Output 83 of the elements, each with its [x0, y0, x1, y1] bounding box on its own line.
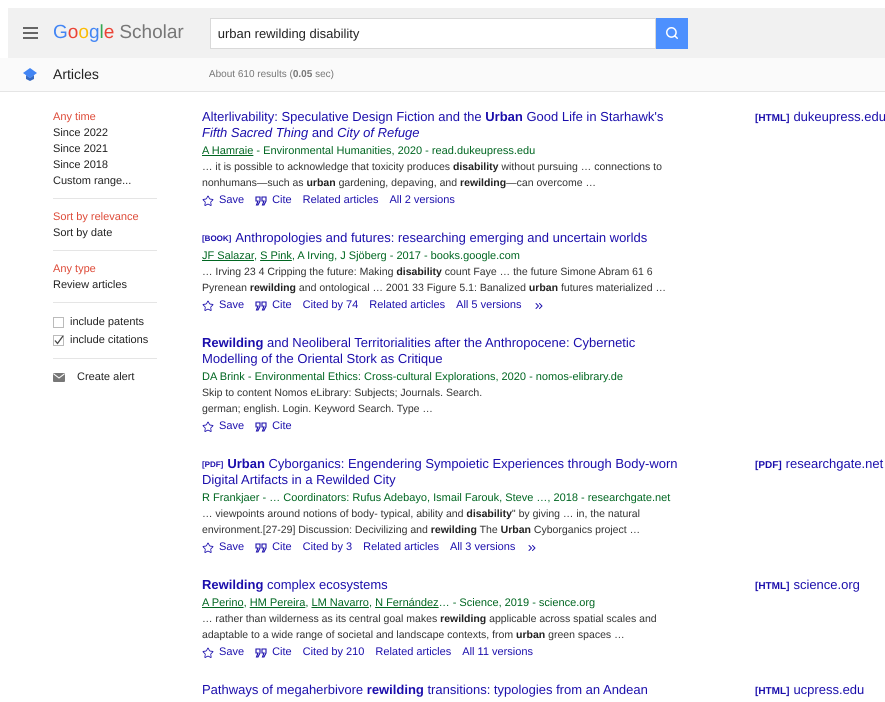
- result-link[interactable]: Cited by 3: [302, 539, 352, 556]
- filter-option[interactable]: Custom range...: [53, 173, 157, 189]
- result-byline: DA Brink - Environmental Ethics: Cross-cultural Explorations, 2020 - nomos-elibrary.de: [202, 370, 624, 385]
- type-tag: [PDF]: [202, 460, 224, 469]
- quote-icon: [255, 196, 268, 206]
- filter-option[interactable]: Since 2022: [53, 125, 157, 141]
- filter-option[interactable]: Since 2018: [53, 157, 157, 173]
- quote-icon: [255, 542, 268, 552]
- result-link[interactable]: Related articles: [375, 644, 452, 661]
- filter-option[interactable]: Any type: [53, 261, 157, 277]
- author-link[interactable]: JF Salazar: [202, 250, 254, 262]
- result-link[interactable]: Related articles: [363, 539, 439, 556]
- fulltext-link[interactable]: [HTML] science.org: [755, 577, 860, 661]
- author-link[interactable]: LM Navarro: [311, 597, 369, 609]
- search-field[interactable]: urban rewilding disability: [210, 18, 656, 48]
- save-link[interactable]: Save: [202, 192, 244, 209]
- search-icon: [664, 26, 679, 40]
- result-snippet: … it is possible to acknowledge that toxicity produces disability without pursuing … connections to nonhumans—such as urban gardening, depaving, and rewilding—can overcome …: [202, 160, 663, 191]
- envelope-icon: [53, 372, 65, 382]
- menu-icon[interactable]: [23, 27, 38, 39]
- result-snippet: Skip to content Nomos eLibrary: Subjects; Journals. Search. german; english. Login. Keyword Search. Type …: [202, 386, 484, 417]
- author-link[interactable]: N Fernández: [375, 597, 439, 609]
- save-link[interactable]: Save: [202, 644, 244, 661]
- author-link[interactable]: S Pink: [260, 250, 292, 262]
- result-title[interactable]: Rewilding and Neoliberal Territorialities after the Anthropocene: Cybernetic Modelling of the Oriental Stork as Critique: [202, 335, 686, 367]
- cite-link[interactable]: Cite: [255, 539, 292, 556]
- save-link[interactable]: Save: [202, 418, 244, 435]
- result-title[interactable]: Alterlivability: Speculative Design Fiction and the Urban Good Life in Starhawk's Fifth Sacred Thing and City of Refuge: [202, 109, 686, 141]
- fulltext-link[interactable]: [PDF] researchgate.net: [755, 456, 884, 556]
- result-byline: A Hamraie - Environmental Humanities, 2020 - read.dukeupress.edu: [202, 144, 536, 159]
- checkbox-label: include citations: [70, 333, 148, 348]
- result-link[interactable]: Related articles: [369, 297, 446, 314]
- result-title[interactable]: Pathways of megaherbivore rewilding transitions: typologies from an Andean: [202, 682, 686, 698]
- author-link[interactable]: A Perino: [202, 597, 244, 609]
- star-icon: [202, 646, 214, 658]
- author-link[interactable]: HM Pereira: [250, 597, 306, 609]
- result-snippet: … viewpoints around notions of body- typical, ability and disability" by giving … in, the natural environment.[27-29] Discussion: Decivilizing and rewilding The Urban Cyborganics project …: [202, 507, 642, 538]
- cite-link[interactable]: Cite: [255, 192, 292, 209]
- star-icon: [202, 542, 214, 554]
- result-title[interactable]: [BOOK] Anthropologies and futures: researching emerging and uncertain worlds: [202, 230, 686, 246]
- result-byline: A Perino, HM Pereira, LM Navarro, N Fernández… - Science, 2019 - science.org: [202, 596, 596, 611]
- filter-option[interactable]: Sort by relevance: [53, 209, 157, 225]
- checkbox-label: include patents: [70, 315, 144, 330]
- cite-link[interactable]: Cite: [255, 644, 292, 661]
- result-snippet: … rather than wilderness as its central goal makes rewilding applicable across spatial scales and adaptable to a wide range of societal and landscape contexts, from urban green spaces …: [202, 612, 658, 643]
- result-link[interactable]: All 2 versions: [389, 192, 455, 209]
- fulltext-link[interactable]: [HTML] ucpress.edu: [755, 682, 864, 700]
- save-link[interactable]: Save: [202, 297, 244, 314]
- section-title: Articles: [53, 65, 99, 84]
- filter-option[interactable]: Sort by date: [53, 225, 157, 241]
- type-tag: [BOOK]: [202, 234, 232, 243]
- cite-link[interactable]: Cite: [255, 297, 292, 314]
- cite-link[interactable]: Cite: [255, 418, 292, 435]
- filter-option[interactable]: Review articles: [53, 277, 157, 293]
- result-link[interactable]: All 3 versions: [450, 539, 516, 556]
- filter-option[interactable]: Since 2021: [53, 141, 157, 157]
- star-icon: [202, 300, 214, 312]
- quote-icon: [255, 648, 268, 658]
- result-byline: JF Salazar, S Pink, A Irving, J Sjöberg - 2017 - books.google.com: [202, 249, 521, 264]
- quote-icon: [255, 300, 268, 310]
- filter-option[interactable]: Any time: [53, 109, 157, 125]
- result-link[interactable]: Cited by 74: [302, 297, 358, 314]
- star-icon: [202, 194, 214, 206]
- search-button[interactable]: [656, 18, 688, 48]
- result-link[interactable]: Related articles: [302, 192, 378, 209]
- result-title[interactable]: Rewilding complex ecosystems: [202, 577, 686, 593]
- checkbox[interactable]: [53, 316, 64, 328]
- results-count: About 610 results (0.05 sec): [208, 68, 334, 82]
- result-snippet: … Irving 23 4 Cripping the future: Making disability count Faye … the future Simone Abram 61 6 Pyrenean rewilding and ontological … 2001 33 Figure 5.1: Banalized urban futures materialized …: [202, 265, 668, 296]
- author-link[interactable]: A Hamraie: [202, 145, 254, 157]
- result-link[interactable]: All 5 versions: [456, 297, 522, 314]
- result-link[interactable]: All 11 versions: [462, 644, 533, 661]
- fulltext-link[interactable]: [HTML] dukeupress.edu: [755, 109, 885, 209]
- logo[interactable]: Google Scholar: [53, 21, 184, 45]
- save-link[interactable]: Save: [202, 539, 244, 556]
- star-icon: [202, 420, 214, 432]
- scholar-cap-icon: [23, 68, 37, 81]
- result-byline: R Frankjaer - … Coordinators: Rufus Adebayo, Ismail Farouk, Steve …, 2018 - researchgate.net: [202, 491, 672, 506]
- result-title[interactable]: [PDF] Urban Cyborganics: Engendering Sympoietic Experiences through Body-worn Digital Artifacts in a Rewilded City: [202, 456, 686, 488]
- quote-icon: [255, 422, 268, 432]
- create-alert-link[interactable]: Create alert: [53, 369, 157, 385]
- checkbox[interactable]: [53, 334, 64, 346]
- result-link[interactable]: Cited by 210: [302, 644, 364, 661]
